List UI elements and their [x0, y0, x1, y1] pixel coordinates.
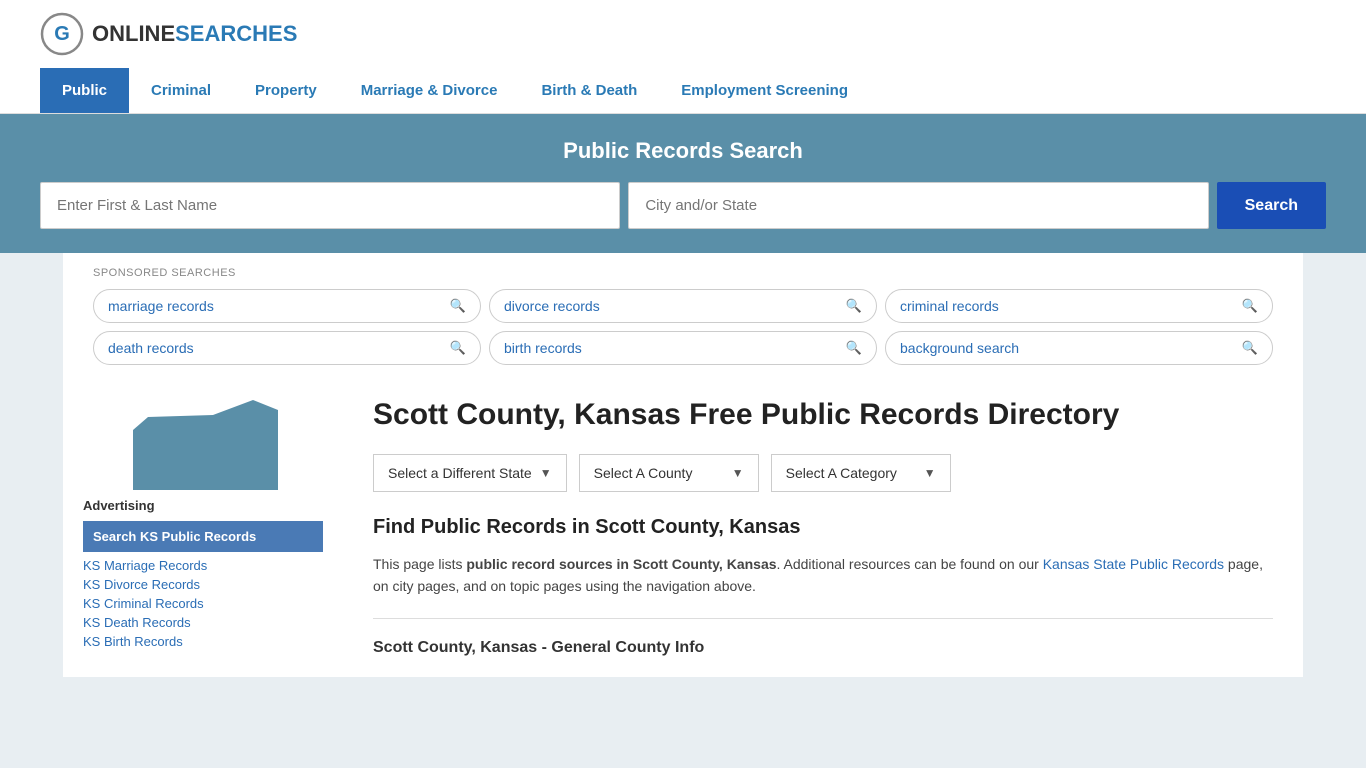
search-icon-6: 🔍: [1242, 340, 1258, 356]
county-info-title: Scott County, Kansas - General County In…: [373, 639, 1273, 657]
nav-item-public[interactable]: Public: [40, 68, 129, 113]
main-container: SPONSORED SEARCHES marriage records 🔍 di…: [63, 253, 1303, 677]
tag-birth-records[interactable]: birth records 🔍: [489, 331, 877, 365]
sidebar-link-criminal[interactable]: KS Criminal Records: [83, 596, 323, 611]
search-tags: marriage records 🔍 divorce records 🔍 cri…: [93, 289, 1273, 365]
nav-item-criminal[interactable]: Criminal: [129, 68, 233, 113]
logo[interactable]: G ONLINESEARCHES: [40, 12, 297, 56]
nav-item-property[interactable]: Property: [233, 68, 339, 113]
find-records-bold: public record sources in Scott County, K…: [466, 556, 776, 572]
search-icon-3: 🔍: [1242, 298, 1258, 314]
state-dropdown[interactable]: Select a Different State ▼: [373, 454, 567, 492]
sponsored-section: SPONSORED SEARCHES marriage records 🔍 di…: [63, 253, 1303, 375]
page-title: Scott County, Kansas Free Public Records…: [373, 395, 1273, 434]
find-records-text-before: This page lists: [373, 556, 466, 572]
county-dropdown-arrow: ▼: [732, 466, 744, 480]
sidebar-link-marriage[interactable]: KS Marriage Records: [83, 558, 323, 573]
state-dropdown-arrow: ▼: [540, 466, 552, 480]
sidebar-link-divorce[interactable]: KS Divorce Records: [83, 577, 323, 592]
main-nav: Public Criminal Property Marriage & Divo…: [0, 68, 1366, 114]
sidebar-link-death[interactable]: KS Death Records: [83, 615, 323, 630]
find-records-text: This page lists public record sources in…: [373, 553, 1273, 598]
content-layout: Advertising Search KS Public Records KS …: [63, 375, 1303, 677]
category-dropdown-label: Select A Category: [786, 465, 897, 481]
svg-text:G: G: [54, 23, 70, 45]
search-icon-4: 🔍: [450, 340, 466, 356]
sponsored-label: SPONSORED SEARCHES: [93, 267, 1273, 279]
county-dropdown[interactable]: Select A County ▼: [579, 454, 759, 492]
name-input[interactable]: [40, 182, 620, 229]
section-divider: [373, 618, 1273, 619]
logo-icon: G: [40, 12, 84, 56]
tag-death-records[interactable]: death records 🔍: [93, 331, 481, 365]
nav-item-marriage-divorce[interactable]: Marriage & Divorce: [339, 68, 520, 113]
kansas-state-link[interactable]: Kansas State Public Records: [1043, 556, 1224, 572]
logo-text: ONLINESEARCHES: [92, 21, 297, 47]
find-records-text-after: . Additional resources can be found on o…: [777, 556, 1043, 572]
sidebar-link-birth[interactable]: KS Birth Records: [83, 634, 323, 649]
nav-item-birth-death[interactable]: Birth & Death: [519, 68, 659, 113]
location-input[interactable]: [628, 182, 1208, 229]
tag-marriage-records[interactable]: marriage records 🔍: [93, 289, 481, 323]
search-icon-1: 🔍: [450, 298, 466, 314]
nav-item-employment[interactable]: Employment Screening: [659, 68, 870, 113]
search-banner: Public Records Search Search: [0, 114, 1366, 253]
county-dropdown-label: Select A County: [594, 465, 693, 481]
main-content: Scott County, Kansas Free Public Records…: [343, 375, 1303, 677]
sidebar-advertising-label: Advertising: [83, 498, 323, 513]
state-map: [123, 395, 283, 495]
header: G ONLINESEARCHES: [0, 0, 1366, 68]
sidebar: Advertising Search KS Public Records KS …: [63, 375, 343, 677]
search-icon-2: 🔍: [846, 298, 862, 314]
search-form: Search: [40, 182, 1326, 229]
tag-background-search[interactable]: background search 🔍: [885, 331, 1273, 365]
sidebar-search-ks[interactable]: Search KS Public Records: [83, 521, 323, 552]
tag-criminal-records[interactable]: criminal records 🔍: [885, 289, 1273, 323]
state-dropdown-label: Select a Different State: [388, 465, 532, 481]
tag-divorce-records[interactable]: divorce records 🔍: [489, 289, 877, 323]
search-button[interactable]: Search: [1217, 182, 1326, 229]
search-banner-title: Public Records Search: [40, 138, 1326, 164]
category-dropdown-arrow: ▼: [924, 466, 936, 480]
search-icon-5: 🔍: [846, 340, 862, 356]
dropdowns-row: Select a Different State ▼ Select A Coun…: [373, 454, 1273, 492]
find-records-title: Find Public Records in Scott County, Kan…: [373, 516, 1273, 539]
category-dropdown[interactable]: Select A Category ▼: [771, 454, 951, 492]
